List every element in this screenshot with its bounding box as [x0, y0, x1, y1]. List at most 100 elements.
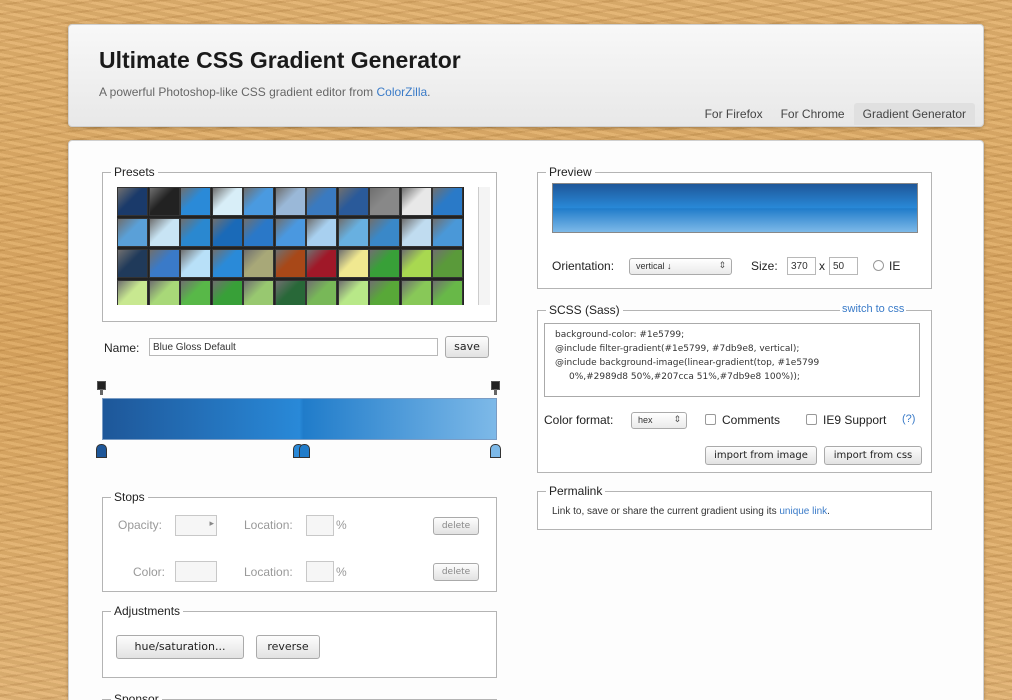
orientation-select[interactable]: vertical ↓ ⇕	[629, 258, 732, 275]
hue-saturation-button[interactable]: hue/saturation...	[116, 635, 244, 659]
preset-swatch[interactable]	[306, 280, 337, 305]
preset-swatch[interactable]	[432, 218, 463, 247]
permalink-description: Link to, save or share the current gradi…	[552, 506, 780, 517]
preset-swatch[interactable]	[117, 218, 148, 247]
preset-swatch[interactable]	[337, 218, 369, 247]
preset-swatch[interactable]	[148, 187, 180, 216]
code-line: @include background-image(linear-gradien…	[555, 358, 820, 368]
preset-swatch[interactable]	[211, 218, 243, 247]
preset-swatch[interactable]	[274, 187, 306, 216]
preset-swatch[interactable]	[211, 187, 243, 216]
presets-scrollbar[interactable]	[478, 187, 490, 305]
preset-swatch[interactable]	[369, 249, 400, 278]
preset-swatch[interactable]	[180, 218, 211, 247]
preset-swatch[interactable]	[243, 218, 274, 247]
reverse-button[interactable]: reverse	[256, 635, 320, 659]
preset-swatch[interactable]	[243, 187, 274, 216]
preset-swatch[interactable]	[369, 187, 400, 216]
preset-swatch[interactable]	[243, 249, 274, 278]
tab-for-chrome[interactable]: For Chrome	[772, 103, 854, 125]
preset-name-input[interactable]	[149, 338, 438, 356]
ie9-help-link[interactable]: (?)	[902, 413, 915, 425]
import-from-css-button[interactable]: import from css	[824, 446, 922, 465]
preset-swatch[interactable]	[432, 280, 463, 305]
ie-checkbox[interactable]	[873, 260, 884, 271]
delete-opacity-stop-button[interactable]: delete	[433, 517, 479, 535]
comments-checkbox[interactable]	[705, 414, 716, 425]
preset-swatch[interactable]	[400, 187, 432, 216]
preset-swatch[interactable]	[148, 249, 180, 278]
tab-for-firefox[interactable]: For Firefox	[696, 103, 772, 125]
presets-panel: Presets	[102, 165, 497, 322]
color-picker-swatch[interactable]	[175, 561, 217, 582]
code-line: background-color: #1e5799;	[555, 330, 685, 340]
preset-swatch[interactable]	[211, 249, 243, 278]
color-percent: %	[336, 565, 347, 579]
preset-swatch[interactable]	[274, 249, 306, 278]
opacity-percent: %	[336, 518, 347, 532]
gradient-preview	[552, 183, 918, 233]
preset-swatch[interactable]	[400, 218, 432, 247]
preview-legend: Preview	[549, 165, 592, 179]
preset-swatch[interactable]	[337, 249, 369, 278]
adjustments-legend: Adjustments	[114, 604, 181, 618]
color-location-label: Location:	[244, 565, 293, 579]
preset-swatch[interactable]	[117, 280, 148, 305]
opacity-stop-right[interactable]	[491, 381, 500, 395]
unique-link[interactable]: unique link	[779, 506, 827, 517]
color-location-input[interactable]	[306, 561, 334, 582]
tab-gradient-generator[interactable]: Gradient Generator	[853, 103, 975, 125]
ie9-support-checkbox[interactable]	[806, 414, 817, 425]
gradient-bar[interactable]	[102, 398, 497, 440]
site-nav: For Firefox For Chrome Gradient Generato…	[696, 103, 975, 125]
permalink-suffix: .	[827, 506, 830, 517]
preset-swatch[interactable]	[274, 218, 306, 247]
preset-swatch[interactable]	[306, 249, 337, 278]
preset-swatch[interactable]	[400, 249, 432, 278]
preview-height-input[interactable]	[829, 257, 858, 275]
preset-swatch[interactable]	[337, 280, 369, 305]
subtitle-text: A powerful Photoshop-like CSS gradient e…	[99, 85, 377, 99]
preset-swatch[interactable]	[306, 187, 337, 216]
preset-swatch[interactable]	[400, 280, 432, 305]
color-stop-100[interactable]	[490, 444, 501, 458]
import-from-image-button[interactable]: import from image	[705, 446, 817, 465]
page-subtitle: A powerful Photoshop-like CSS gradient e…	[99, 85, 431, 99]
preview-width-input[interactable]	[787, 257, 816, 275]
delete-color-stop-button[interactable]: delete	[433, 563, 479, 581]
color-stop-0[interactable]	[96, 444, 107, 458]
preset-swatch[interactable]	[432, 187, 463, 216]
preset-swatch[interactable]	[243, 280, 274, 305]
preset-swatch[interactable]	[211, 280, 243, 305]
preset-swatch[interactable]	[369, 218, 400, 247]
preset-swatch[interactable]	[180, 249, 211, 278]
save-button[interactable]: save	[445, 336, 489, 358]
permalink-text: Link to, save or share the current gradi…	[552, 506, 830, 517]
preset-swatch[interactable]	[180, 187, 211, 216]
page-title: Ultimate CSS Gradient Generator	[99, 47, 461, 73]
preset-swatch[interactable]	[117, 187, 148, 216]
preset-swatch[interactable]	[337, 187, 369, 216]
opacity-stepper[interactable]: ▸	[175, 515, 217, 536]
preset-swatch[interactable]	[180, 280, 211, 305]
preset-swatch[interactable]	[432, 249, 463, 278]
preset-swatch[interactable]	[306, 218, 337, 247]
opacity-stop-left[interactable]	[97, 381, 106, 395]
sponsor-legend: Sponsor	[114, 692, 159, 700]
orientation-value: vertical ↓	[636, 261, 672, 271]
size-label: Size:	[751, 259, 778, 273]
colorzilla-link[interactable]: ColorZilla	[376, 85, 427, 99]
code-line: 0%,#2989d8 50%,#207cca 51%,#7db9e8 100%)…	[569, 372, 800, 382]
preset-swatch[interactable]	[369, 280, 400, 305]
preset-swatch[interactable]	[117, 249, 148, 278]
comments-label: Comments	[722, 413, 781, 427]
preset-swatch[interactable]	[274, 280, 306, 305]
opacity-location-input[interactable]	[306, 515, 334, 536]
scss-code-output[interactable]: background-color: #1e5799; @include filt…	[544, 323, 920, 397]
preset-swatch[interactable]	[148, 218, 180, 247]
color-stop-51[interactable]	[299, 444, 310, 458]
color-format-label: Color format:	[544, 413, 614, 427]
color-format-select[interactable]: hex ⇕	[631, 412, 687, 429]
preset-swatch[interactable]	[148, 280, 180, 305]
switch-to-css-link[interactable]: switch to css	[840, 303, 907, 315]
